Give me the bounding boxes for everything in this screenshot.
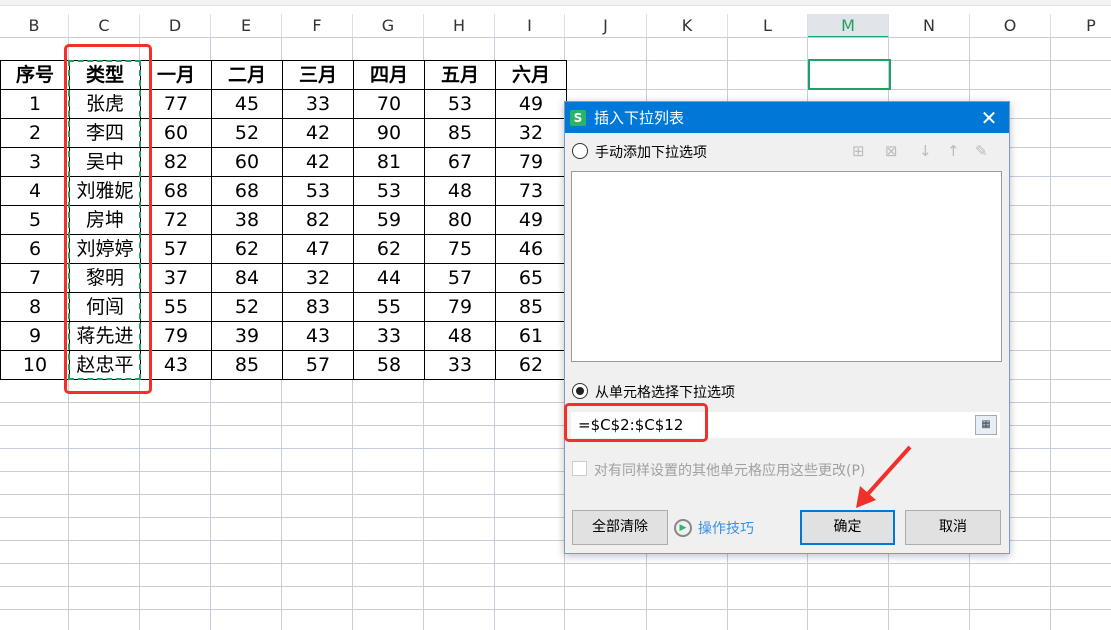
- annotation-arrow-icon: [856, 445, 912, 508]
